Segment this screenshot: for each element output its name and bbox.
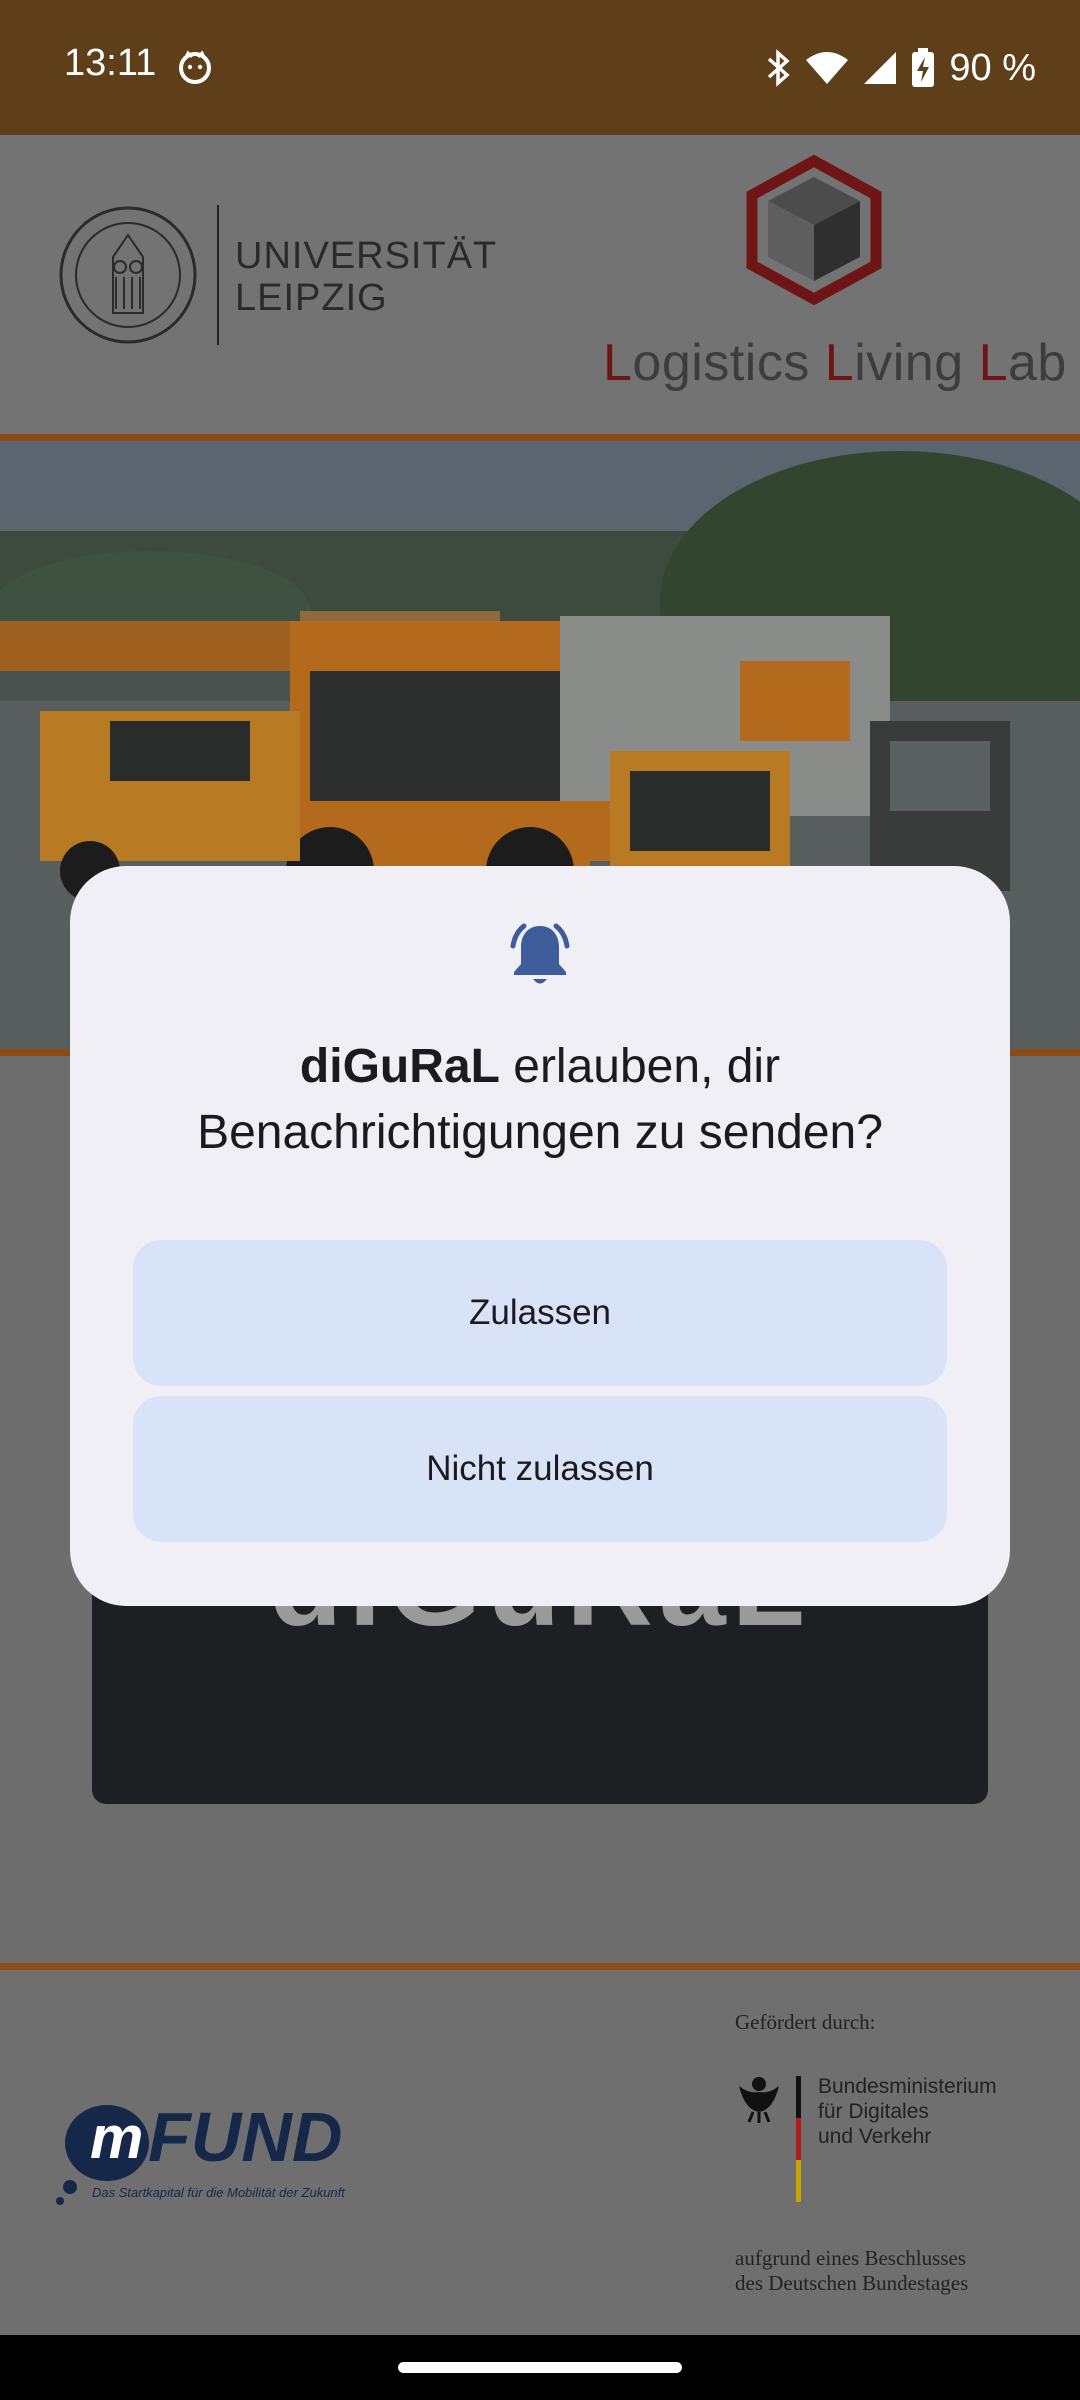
bundestag-resolution-note: aufgrund eines Beschlusses des Deutschen… bbox=[735, 2246, 969, 2295]
header-divider bbox=[0, 434, 1080, 441]
bluetooth-icon bbox=[768, 49, 791, 87]
ministry-name: Bundesministerium für Digitales und Verk… bbox=[818, 2075, 997, 2148]
signal-icon bbox=[864, 52, 897, 84]
mfund-word: FUND bbox=[148, 2098, 343, 2176]
wifi-icon bbox=[806, 52, 849, 84]
status-time: 13:11 bbox=[64, 42, 157, 84]
home-gesture-handle[interactable] bbox=[398, 2362, 682, 2373]
cat-face-icon bbox=[179, 50, 211, 84]
federal-eagle-logo bbox=[739, 2077, 779, 2123]
notification-permission-dialog: diGuRaL erlauben, dir Benachrichtigungen… bbox=[70, 866, 1010, 1606]
dialog-title: diGuRaL erlauben, dir Benachrichtigungen… bbox=[110, 1034, 970, 1166]
funded-by-label: Gefördert durch: bbox=[735, 2010, 876, 2034]
logistics-living-lab-cube-logo bbox=[746, 155, 882, 305]
german-flag-stripe bbox=[796, 2076, 801, 2202]
allow-button[interactable]: Zulassen bbox=[133, 1240, 947, 1386]
footer-divider bbox=[0, 1963, 1080, 1970]
bell-icon bbox=[510, 923, 570, 984]
logistics-living-lab-name: Logistics Living Lab bbox=[603, 334, 1067, 392]
university-seal-logo bbox=[59, 206, 197, 344]
university-name: UNIVERSITÄT LEIPZIG bbox=[235, 235, 498, 319]
deny-button[interactable]: Nicht zulassen bbox=[133, 1396, 947, 1542]
mfund-tagline: Das Startkapital für die Mobilität der Z… bbox=[92, 2185, 345, 2200]
status-bar: 13:11 90 % bbox=[0, 0, 1080, 135]
app-name: diGuRaL bbox=[299, 1040, 500, 1093]
battery-charging-icon bbox=[912, 48, 935, 87]
mfund-m: m bbox=[90, 2104, 144, 2171]
status-icons: 90 % bbox=[765, 42, 1036, 94]
university-logo-divider bbox=[217, 205, 219, 345]
battery-percent: 90 % bbox=[949, 46, 1036, 89]
